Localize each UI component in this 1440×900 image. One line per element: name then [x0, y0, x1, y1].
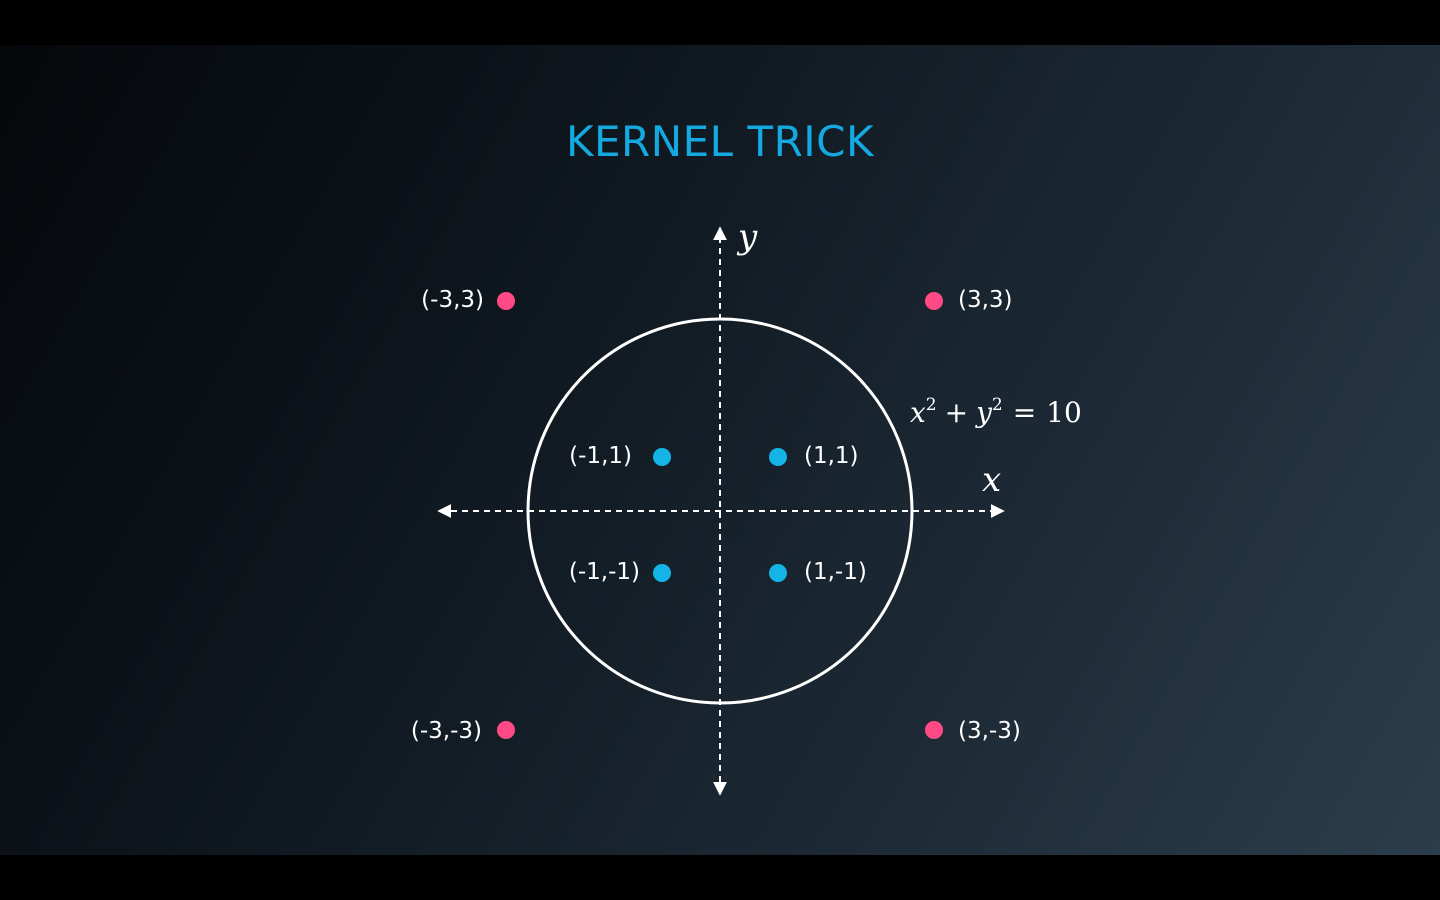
inner-point-label: (1,1) — [804, 443, 859, 469]
inner-point-dot — [769, 564, 787, 582]
outer-point-label: (3,-3) — [958, 718, 1021, 744]
equation-x-exponent: 2 — [926, 395, 937, 415]
equation-y-exponent: 2 — [992, 395, 1003, 415]
kernel-trick-diagram: y x x2 + y2 = 10 (-1,1) (1,1) (-1,-1) (1,-1) — [411, 217, 1082, 796]
outer-point-dot — [497, 721, 515, 739]
outer-point-dot — [497, 292, 515, 310]
slide: KERNEL TRICK y x x2 + y2 = 10 (-1,1) (1,… — [0, 45, 1440, 855]
outer-point-label: (3,3) — [958, 287, 1013, 313]
inner-point-label: (-1,-1) — [569, 559, 640, 585]
outer-point-label: (-3,3) — [421, 287, 484, 313]
inner-point-dot — [653, 564, 671, 582]
x-axis-label: x — [982, 460, 1001, 500]
circle-equation: x2 + y2 = 10 — [910, 395, 1082, 429]
outer-point-label: (-3,-3) — [411, 718, 482, 744]
equation-equals: = — [1013, 396, 1036, 429]
equation-y: y — [974, 396, 993, 429]
y-axis-label: y — [736, 217, 758, 257]
outer-points: (-3,3) (3,3) (-3,-3) (3,-3) — [411, 287, 1021, 744]
inner-point-dot — [769, 448, 787, 466]
video-frame: KERNEL TRICK y x x2 + y2 = 10 (-1,1) (1,… — [0, 0, 1440, 900]
equation-x: x — [910, 396, 926, 429]
equation-plus: + — [945, 396, 968, 429]
inner-point-label: (1,-1) — [804, 559, 867, 585]
outer-point-dot — [925, 721, 943, 739]
equation-rhs: 10 — [1046, 396, 1082, 429]
inner-point-label: (-1,1) — [569, 443, 632, 469]
outer-point-dot — [925, 292, 943, 310]
inner-point-dot — [653, 448, 671, 466]
inner-points: (-1,1) (1,1) (-1,-1) (1,-1) — [569, 443, 867, 585]
